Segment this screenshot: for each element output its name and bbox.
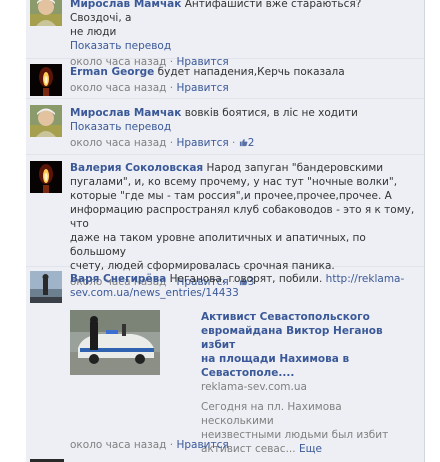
timestamp[interactable]: около часа назад — [70, 439, 166, 451]
translate-link[interactable]: Показать перевод — [70, 121, 171, 133]
comment-author[interactable]: Мирослав Мамчак — [70, 107, 181, 119]
avatar[interactable] — [30, 64, 62, 96]
comment-author[interactable]: Erman George — [70, 66, 154, 78]
avatar[interactable] — [30, 271, 62, 303]
link-preview[interactable]: Активист Севастопольского евромайдана Ви… — [70, 310, 416, 455]
user-photo-icon — [30, 271, 62, 303]
preview-thumbnail[interactable] — [70, 310, 160, 375]
comment-4: Валерия Соколовская Народ запуган "банде… — [26, 154, 424, 288]
see-more-link[interactable]: Еще — [299, 443, 322, 455]
avatar[interactable] — [30, 105, 62, 137]
like-count[interactable]: 2 — [239, 137, 255, 149]
comment-text-cont: пугалами", и, ко всему прочему, у нас ту… — [70, 176, 398, 188]
comment-text: Народ запуган "бандеровскими — [206, 162, 384, 174]
user-photo-icon — [30, 105, 62, 137]
comment-2: Erman George будет нападения,Керчь показ… — [26, 58, 424, 99]
comment-5: Варя Снегирёва Неганова, говорят, побили… — [26, 266, 424, 459]
like-link[interactable]: Нравится — [176, 82, 228, 94]
preview-title-cont[interactable]: на площади Нахимова в — [201, 352, 415, 366]
comment-1: Мирослав Мамчак Антифашисти вже старають… — [26, 0, 424, 68]
comment-url[interactable]: http://reklama- — [326, 273, 405, 285]
panel-border — [424, 0, 425, 462]
comment-text-cont: даже на таком уровне аполитичных и апати… — [70, 232, 366, 258]
avatar[interactable] — [30, 0, 62, 26]
preview-title-cont[interactable]: Севастополе.... — [201, 366, 415, 380]
timestamp[interactable]: около часа назад — [70, 137, 166, 149]
user-photo-icon — [30, 0, 62, 26]
comment-url-cont[interactable]: sev.com.ua/news_entries/14433 — [70, 287, 239, 299]
comment-text: будет нападения,Керчь показала — [157, 66, 345, 78]
translate-link[interactable]: Показать перевод — [70, 40, 171, 52]
separator: · — [169, 137, 174, 149]
preview-summary: Сегодня на пл. Нахимова несколькими — [201, 401, 342, 427]
preview-title-cont[interactable]: евромайдана Виктор Неганов избит — [201, 324, 415, 352]
like-link[interactable]: Нравится — [176, 439, 228, 451]
comment-text: Неганова, говорят, побили. — [169, 273, 323, 285]
comment-author[interactable]: Валерия Соколовская — [70, 162, 203, 174]
comment-text-cont: которые "где мы - там россия",и прочее,п… — [70, 190, 392, 202]
comment-text-cont: не люди — [70, 26, 117, 38]
comment-3: Мирослав Мамчак вовків боятися, в ліс не… — [26, 98, 424, 155]
comment-author[interactable]: Мирослав Мамчак — [70, 0, 181, 10]
timestamp[interactable]: около часа назад — [70, 82, 166, 94]
avatar[interactable] — [30, 161, 62, 193]
separator: · — [169, 82, 174, 94]
like-count-value: 2 — [247, 137, 255, 149]
separator: · — [169, 439, 174, 451]
like-link[interactable]: Нравится — [176, 137, 228, 149]
thumbs-up-icon — [239, 138, 248, 147]
comment-author[interactable]: Варя Снегирёва — [70, 273, 166, 285]
candle-photo-icon — [30, 64, 62, 96]
comment-text: вовків боятися, в ліс не ходити — [184, 107, 358, 119]
comment-text-cont: информацию распространял клуб собаководо… — [70, 204, 415, 230]
police-car-image-icon — [70, 310, 160, 375]
preview-title[interactable]: Активист Севастопольского — [201, 310, 415, 324]
preview-summary-cont: неизвестными людьми был избит — [201, 429, 389, 441]
preview-domain: reklama-sev.com.ua — [201, 381, 307, 393]
separator: · — [232, 137, 236, 149]
candle-photo-icon — [30, 161, 62, 193]
